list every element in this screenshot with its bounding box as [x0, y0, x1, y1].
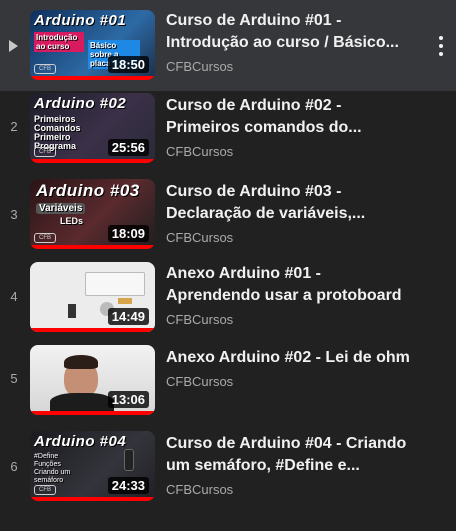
channel-name[interactable]: CFBCursos [166, 482, 412, 497]
video-thumbnail[interactable]: Arduino #01 Introdução ao curso Básico s… [30, 10, 155, 80]
watch-progress-bar [30, 159, 155, 163]
watch-progress-bar [30, 76, 155, 80]
channel-logo-icon: CFB [34, 233, 56, 243]
channel-name[interactable]: CFBCursos [166, 59, 412, 74]
playlist-index: 5 [10, 371, 18, 386]
duration-badge: 13:06 [107, 391, 149, 408]
channel-name[interactable]: CFBCursos [166, 144, 412, 159]
duration-badge: 14:49 [107, 308, 149, 325]
thumbnail-subtitle-art: Variáveis [36, 203, 86, 214]
video-title[interactable]: Curso de Arduino #01 - Introdução ao cur… [166, 10, 412, 54]
playlist-item[interactable]: 5 13:06 Anexo Arduino #02 - Lei de ohm C… [0, 343, 456, 427]
thumbnail-title-art: Arduino #03 [36, 181, 140, 200]
thumbnail-title-art: Arduino #04 [34, 433, 127, 450]
watch-progress-bar [30, 411, 155, 415]
channel-logo-icon: CFB [34, 485, 56, 495]
video-title[interactable]: Curso de Arduino #02 - Primeiros comando… [166, 95, 412, 139]
playlist-item[interactable]: 3 Arduino #03 Variáveis LEDs CFB 18:09 C… [0, 175, 456, 259]
channel-name[interactable]: CFBCursos [166, 230, 412, 245]
playlist-item[interactable]: 4 14:49 Anexo Arduino #01 - Aprendendo u… [0, 259, 456, 343]
watch-progress-bar [30, 497, 155, 501]
channel-logo-icon: CFB [34, 64, 56, 74]
video-title[interactable]: Anexo Arduino #01 - Aprendendo usar a pr… [166, 263, 412, 307]
thumbnail-title-art: Arduino #01 [34, 12, 127, 29]
playlist-item[interactable]: Arduino #01 Introdução ao curso Básico s… [0, 0, 456, 91]
video-thumbnail[interactable]: Arduino #02 Primeiros Comandos Primeiro … [30, 93, 155, 163]
video-title[interactable]: Anexo Arduino #02 - Lei de ohm [166, 347, 412, 369]
video-thumbnail[interactable]: 13:06 [30, 345, 155, 415]
video-thumbnail[interactable]: 14:49 [30, 262, 155, 332]
watch-progress-bar [30, 328, 155, 332]
component-image [68, 304, 76, 318]
thumbnail-title-art: Arduino #02 [34, 95, 127, 112]
traffic-light-icon [124, 449, 134, 471]
watch-progress-bar [30, 245, 155, 249]
playlist-index: 6 [10, 459, 18, 474]
channel-name[interactable]: CFBCursos [166, 312, 412, 327]
video-thumbnail[interactable]: Arduino #03 Variáveis LEDs CFB 18:09 [30, 179, 155, 249]
video-title[interactable]: Curso de Arduino #03 - Declaração de var… [166, 181, 412, 225]
video-thumbnail[interactable]: Arduino #04 #Define Funções Criando um sem… [30, 431, 155, 501]
duration-badge: 25:56 [107, 139, 149, 156]
protoboard-image [85, 272, 145, 296]
thumbnail-subtitle-art: Primeiros Comandos Primeiro Programa [34, 114, 81, 151]
more-options-icon[interactable] [434, 34, 448, 60]
thumbnail-subtitle-art: #Define Funções Criando um semáforo [34, 453, 71, 484]
playlist-index: 4 [10, 289, 18, 304]
presenter-image [64, 355, 98, 369]
playlist-item[interactable]: 6 Arduino #04 #Define Funções Criando um s… [0, 427, 456, 511]
duration-badge: 18:50 [107, 56, 149, 73]
duration-badge: 24:33 [107, 477, 149, 494]
now-playing-icon [9, 40, 18, 52]
channel-logo-icon: CFB [34, 147, 56, 157]
playlist-index: 2 [10, 119, 18, 134]
playlist-panel: Arduino #01 Introdução ao curso Básico s… [0, 0, 456, 511]
duration-badge: 18:09 [107, 225, 149, 242]
playlist-index: 3 [10, 207, 18, 222]
thumbnail-subtitle-art: Introdução ao curso [34, 32, 84, 52]
video-title[interactable]: Curso de Arduino #04 - Criando um semáfo… [166, 433, 412, 477]
channel-name[interactable]: CFBCursos [166, 374, 412, 389]
component-image [118, 298, 132, 304]
playlist-item[interactable]: 2 Arduino #02 Primeiros Comandos Primeir… [0, 91, 456, 175]
thumbnail-subtitle-art: LEDs [60, 216, 84, 226]
